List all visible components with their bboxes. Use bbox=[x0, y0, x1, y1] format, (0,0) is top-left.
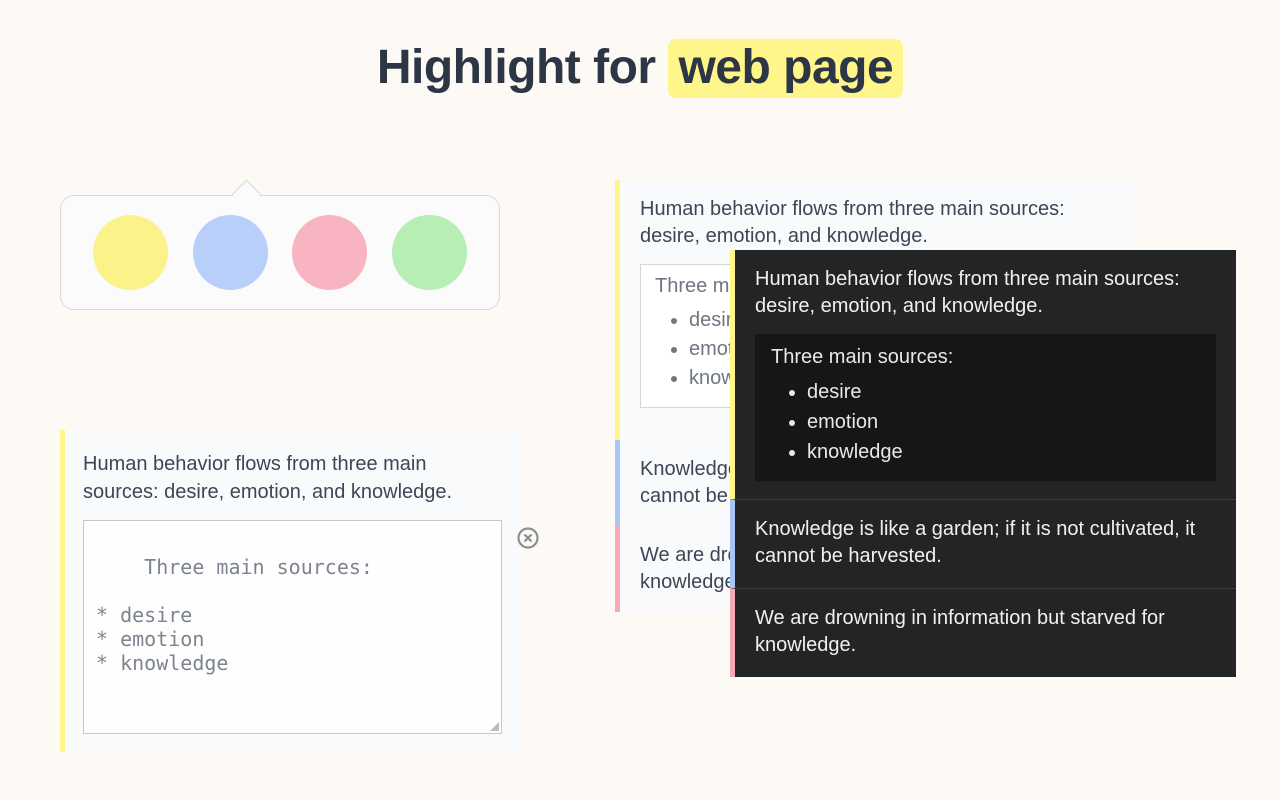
page-title: Highlight for web page bbox=[0, 40, 1280, 95]
highlight-quote-text: Human behavior flows from three main sou… bbox=[640, 196, 1115, 250]
note-title: Three main sources: bbox=[771, 346, 1200, 369]
highlight-quote-text: Knowledge is like a garden; if it is not… bbox=[755, 516, 1216, 570]
page-title-plain: Highlight for bbox=[377, 41, 669, 94]
close-circle-icon bbox=[420, 502, 540, 579]
page-title-highlighted: web page bbox=[668, 39, 903, 98]
color-swatch-blue[interactable] bbox=[193, 215, 268, 290]
highlight-quote-text: Human behavior flows from three main sou… bbox=[755, 266, 1216, 320]
highlight-quote-text: We are drowning in information but starv… bbox=[755, 605, 1216, 659]
highlight-item-dark[interactable]: Knowledge is like a garden; if it is not… bbox=[730, 499, 1236, 588]
note-textarea[interactable]: Three main sources: * desire * emotion *… bbox=[83, 520, 502, 734]
color-swatch-yellow[interactable] bbox=[93, 215, 168, 290]
note-bullet-item: knowledge bbox=[807, 437, 1200, 467]
note-bullet-item: emotion bbox=[807, 407, 1200, 437]
note-bullet-item: desire bbox=[807, 377, 1200, 407]
highlight-item-dark[interactable]: We are drowning in information but starv… bbox=[730, 588, 1236, 677]
note-rendered: Three main sources: desire emotion knowl… bbox=[755, 334, 1216, 481]
highlight-quote-text: Human behavior flows from three main sou… bbox=[83, 450, 502, 506]
note-bullet-list: desire emotion knowledge bbox=[807, 377, 1200, 467]
highlight-item-dark[interactable]: Human behavior flows from three main sou… bbox=[730, 250, 1236, 499]
highlight-card-with-note: Human behavior flows from three main sou… bbox=[60, 430, 520, 752]
highlight-color-picker bbox=[60, 195, 500, 310]
note-textarea-content: Three main sources: * desire * emotion *… bbox=[96, 555, 373, 675]
note-clear-button[interactable] bbox=[467, 527, 493, 553]
color-swatch-green[interactable] bbox=[392, 215, 467, 290]
color-swatch-pink[interactable] bbox=[292, 215, 367, 290]
highlight-list-dark: Human behavior flows from three main sou… bbox=[730, 250, 1236, 677]
